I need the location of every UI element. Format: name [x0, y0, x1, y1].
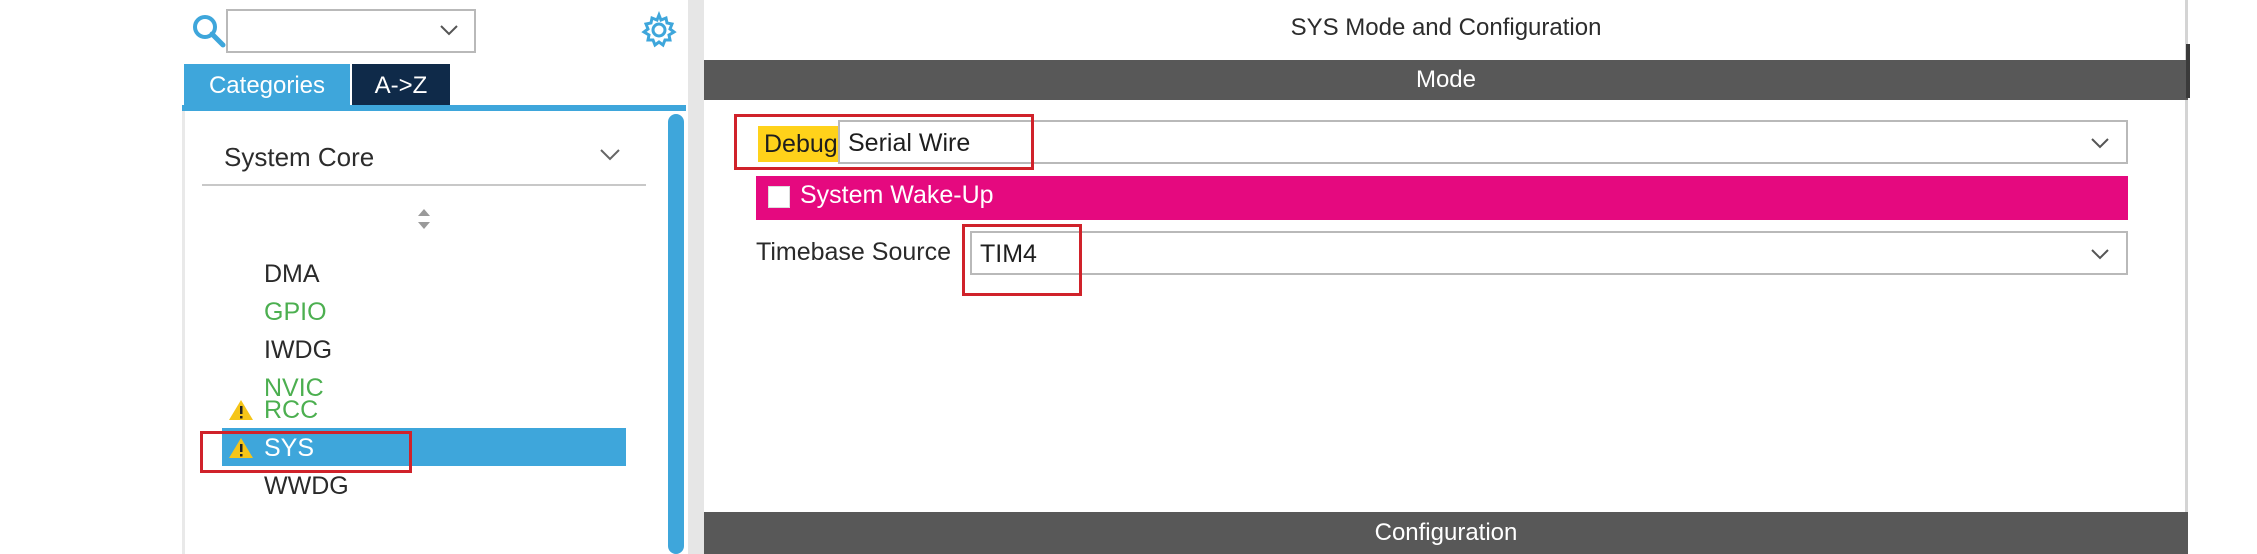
configuration-section-header: Configuration	[704, 512, 2188, 554]
chevron-down-icon[interactable]	[2088, 242, 2112, 266]
category-list-panel	[182, 111, 686, 554]
system-wakeup-label: System Wake-Up	[800, 181, 994, 209]
chevron-down-icon[interactable]	[2088, 131, 2112, 155]
mode-section-header: Mode	[704, 60, 2188, 100]
list-item-rcc[interactable]: RCC	[264, 396, 318, 425]
timebase-source-label: Timebase Source	[756, 238, 951, 266]
search-combobox[interactable]	[226, 9, 476, 53]
tab-categories[interactable]: Categories	[184, 64, 350, 108]
list-item-iwdg[interactable]: IWDG	[264, 336, 332, 365]
chevron-down-icon[interactable]	[438, 19, 460, 41]
tab-a-to-z[interactable]: A->Z	[352, 64, 450, 108]
list-item-wwdg[interactable]: WWDG	[264, 472, 349, 501]
gear-icon[interactable]	[640, 10, 678, 49]
system-wakeup-checkbox[interactable]	[768, 186, 790, 208]
list-item-gpio[interactable]: GPIO	[264, 298, 327, 327]
panel-edge	[2186, 44, 2190, 98]
category-title[interactable]: System Core	[224, 142, 374, 173]
panel-divider[interactable]	[688, 0, 704, 554]
timebase-source-select[interactable]: TIM4	[970, 231, 2128, 275]
warning-icon	[229, 400, 253, 420]
search-icon[interactable]	[190, 12, 228, 50]
annotation-highlight-box	[200, 431, 412, 473]
list-item-dma[interactable]: DMA	[264, 260, 320, 289]
annotation-highlight-box	[962, 224, 1082, 296]
category-divider	[202, 184, 646, 186]
sort-icon[interactable]	[414, 206, 434, 232]
annotation-highlight-box	[734, 114, 1034, 170]
scrollbar-thumb[interactable]	[668, 114, 684, 554]
page-title: SYS Mode and Configuration	[1290, 14, 1602, 41]
chevron-down-icon[interactable]	[596, 140, 624, 168]
